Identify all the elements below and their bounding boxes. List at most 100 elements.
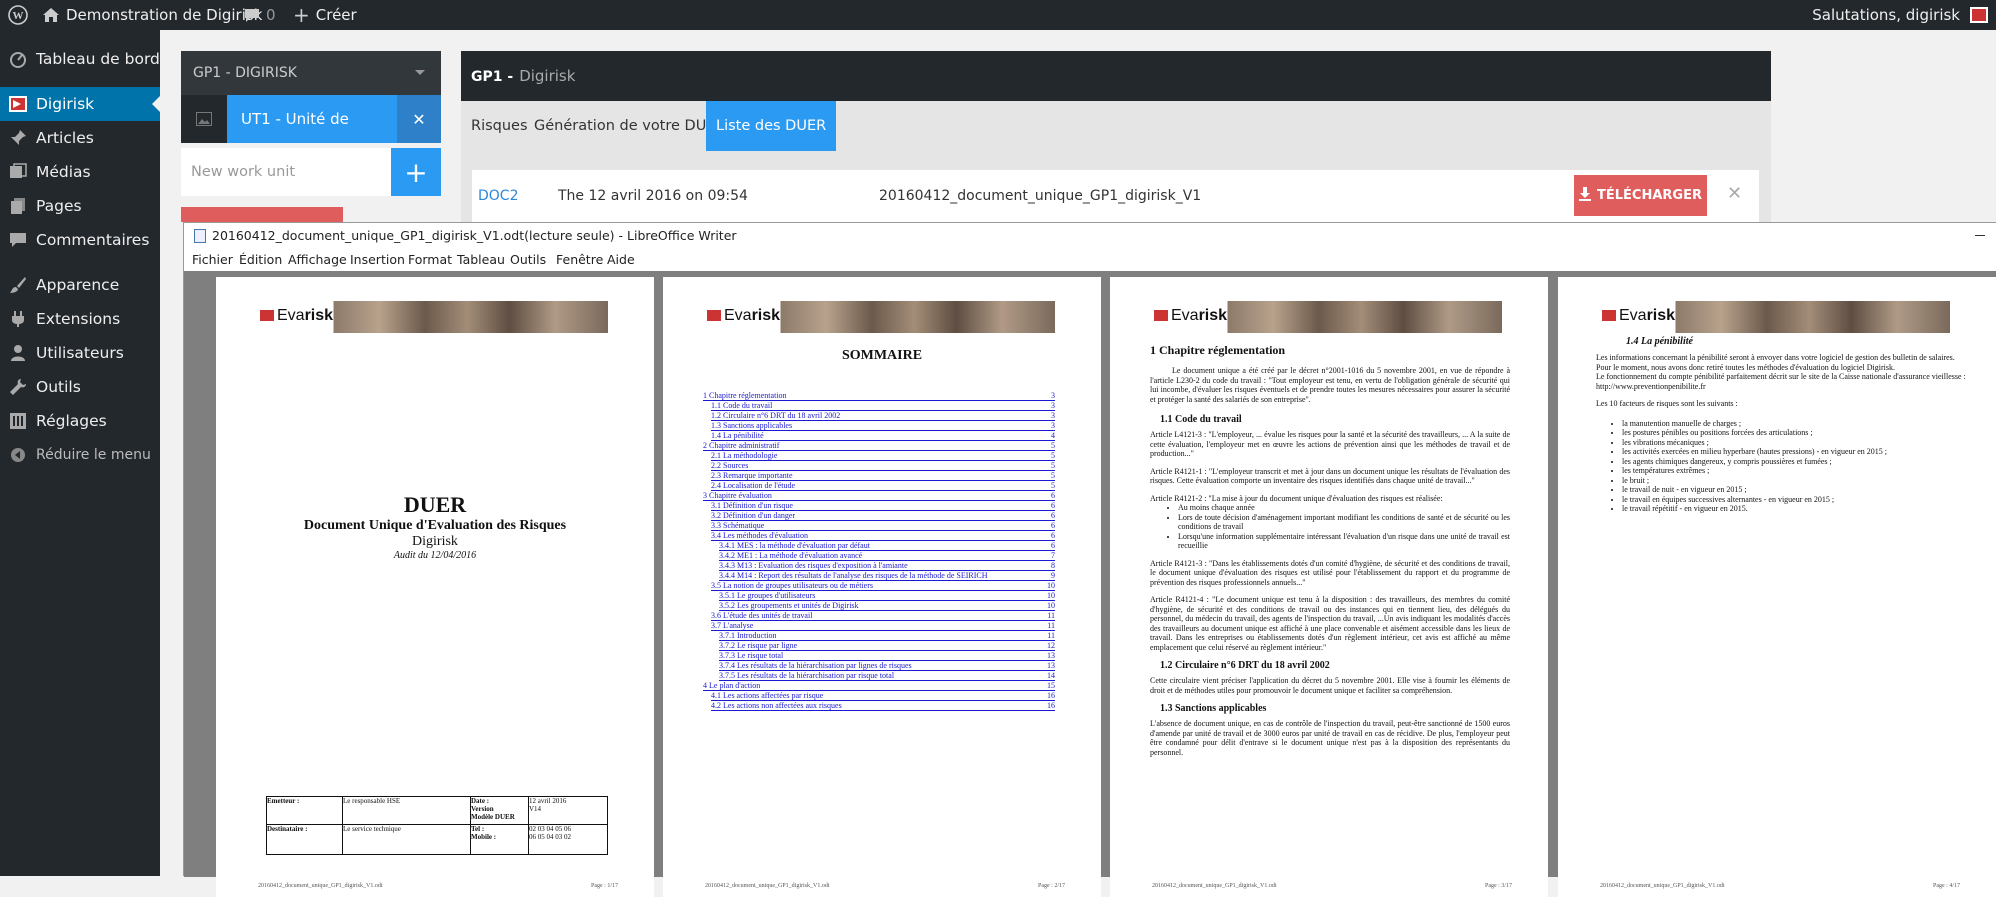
toc-entry[interactable]: 3.7.5 Les résultats de la hiérarchisatio… — [719, 671, 1055, 681]
minimize-icon[interactable] — [1975, 235, 1985, 236]
toc-entry[interactable]: 3.5.2 Les groupements et unités de Digir… — [719, 601, 1055, 611]
menu-tableau[interactable]: Tableau — [457, 249, 505, 271]
menu-insertion[interactable]: Insertion — [350, 249, 405, 271]
document-canvas[interactable]: Evarisk DUER Document Unique d'Evaluatio… — [184, 271, 1996, 897]
user-avatar[interactable] — [1970, 0, 1988, 30]
toc-entry[interactable]: 1.1 Code du travail 3 — [711, 401, 1055, 411]
company-name: Digirisk — [412, 534, 458, 549]
toc-entry[interactable]: 2.1 La méthodologie 5 — [711, 451, 1055, 461]
menu-affichage[interactable]: Affichage — [288, 249, 347, 271]
toc-entry[interactable]: 3.7.4 Les résultats de la hiérarchisatio… — [719, 661, 1055, 671]
toc-entry[interactable]: 2.3 Remarque importante 5 — [711, 471, 1055, 481]
toc-entry[interactable]: 3.7.2 Le risque par ligne 12 — [719, 641, 1055, 651]
toc-entry-title: 2.2 Sources — [711, 461, 749, 470]
menu-edition[interactable]: Édition — [239, 249, 282, 271]
toc-entry[interactable]: 2.2 Sources 5 — [711, 461, 1055, 471]
toc-entry[interactable]: 3.6 L'étude des unités de travail 11 — [711, 611, 1055, 621]
delete-doc-button[interactable]: ✕ — [1727, 183, 1742, 204]
toc-entry[interactable]: 3.3 Schématique 6 — [711, 521, 1055, 531]
emetteur-value: Le responsable HSE — [342, 796, 471, 825]
collapse-menu-button[interactable]: Réduire le menu — [0, 438, 160, 472]
toc-entry[interactable]: 3.4 Les méthodes d'évaluation 6 — [711, 531, 1055, 541]
work-unit-button[interactable]: UT1 - Unité de travail — [227, 95, 397, 176]
download-button[interactable]: TÉLÉCHARGER — [1574, 175, 1707, 216]
tab-liste-duer[interactable]: Liste des DUER — [706, 101, 837, 151]
toc-entry[interactable]: 3.7 L'analyse 11 — [711, 621, 1055, 631]
sidebar-item-settings[interactable]: Réglages — [0, 404, 160, 438]
wordpress-logo-icon[interactable]: W — [8, 0, 28, 30]
toc-entry-page: 5 — [1051, 461, 1055, 470]
toc-entry[interactable]: 3 Chapitre évaluation 6 — [703, 491, 1055, 501]
menu-fichier[interactable]: Fichier — [192, 249, 233, 271]
toc-entry[interactable]: 3.4.2 ME1 : La méthode d'évaluation avan… — [719, 551, 1055, 561]
toc-entry[interactable]: 4 Le plan d'action 15 — [703, 681, 1055, 691]
toc-entry[interactable]: 3.1 Définition d'un risque 6 — [711, 501, 1055, 511]
toc-entry[interactable]: 1.4 La pénibilité 4 — [711, 431, 1055, 441]
toc-entry-page: 9 — [1051, 571, 1055, 580]
group-select[interactable]: GP1 - DIGIRISK — [181, 51, 441, 95]
toc-entry[interactable]: 3.7.1 Introduction 11 — [719, 631, 1055, 641]
toc-heading: SOMMAIRE — [841, 348, 923, 363]
sidebar-item-comments[interactable]: Commentaires — [0, 223, 160, 257]
toc-entry[interactable]: 2 Chapitre administratif 5 — [703, 441, 1055, 451]
comments-link[interactable]: 0 — [244, 0, 276, 30]
toc-entry-page: 10 — [1047, 581, 1055, 590]
svg-text:W: W — [13, 10, 24, 22]
toc-entry-title: 4.1 Les actions affectées par risque — [711, 691, 824, 700]
menu-aide[interactable]: Aide — [607, 249, 635, 271]
sidebar-item-appearance[interactable]: Apparence — [0, 268, 160, 302]
toc-entry[interactable]: 1.3 Sanctions applicables 3 — [711, 421, 1055, 431]
toc-entry[interactable]: 3.2 Définition d'un danger 6 — [711, 511, 1055, 521]
sidebar-item-articles[interactable]: Articles — [0, 121, 160, 155]
toc-entry[interactable]: 1 Chapitre réglementation 3 — [703, 391, 1055, 401]
sidebar-item-tools[interactable]: Outils — [0, 370, 160, 404]
page-footer: 20160412_document_unique_GP1_digirisk_V1… — [705, 883, 830, 889]
delete-work-unit-button[interactable]: ✕ — [397, 95, 441, 143]
tab-generation-duer[interactable]: Génération de votre DUER — [524, 101, 736, 151]
sidebar-item-digirisk[interactable]: Digirisk — [0, 87, 160, 121]
paragraph: Article R4121-3 : "Dans les établissemen… — [1150, 558, 1510, 587]
toc-entry-page: 11 — [1047, 611, 1055, 620]
sidebar-item-dashboard[interactable]: Tableau de bord — [0, 42, 160, 76]
toc-entry-page: 6 — [1051, 541, 1055, 550]
red-action-bar[interactable] — [181, 207, 343, 222]
toc-entry[interactable]: 1.2 Circulaire n°6 DRT du 18 avril 2002 3 — [711, 411, 1055, 421]
page-number: Page : 3/17 — [1485, 883, 1512, 889]
work-unit-thumbnail-icon[interactable] — [181, 95, 227, 143]
toc-entry[interactable]: 3.4.4 M14 : Report des résultats de l'an… — [719, 571, 1055, 581]
toc-entry[interactable]: 4.1 Les actions affectées par risque 16 — [711, 691, 1055, 701]
sidebar-item-extensions[interactable]: Extensions — [0, 302, 160, 336]
toc-entry[interactable]: 3.4.1 MES : la méthode d'évaluation par … — [719, 541, 1055, 551]
new-work-unit-input[interactable] — [181, 148, 391, 196]
sidebar-item-users[interactable]: Utilisateurs — [0, 336, 160, 370]
sidebar-label: Digirisk — [36, 95, 95, 113]
toc-entry[interactable]: 4.2 Les actions non affectées aux risque… — [711, 701, 1055, 711]
doc-id-link[interactable]: DOC2 — [478, 170, 518, 222]
toc-entry-page: 7 — [1051, 551, 1055, 560]
menu-outils[interactable]: Outils — [510, 249, 546, 271]
toc-entry[interactable]: 3.5.1 Le groupes d'utilisateurs 10 — [719, 591, 1055, 601]
site-name-link[interactable]: Demonstration de Digirisk — [42, 0, 262, 30]
toc-entry[interactable]: 3.5 La notion de groupes utilisateurs ou… — [711, 581, 1055, 591]
sidebar-item-pages[interactable]: Pages — [0, 189, 160, 223]
menu-format[interactable]: Format — [408, 249, 452, 271]
toc-entry-page: 6 — [1051, 521, 1055, 530]
document-page-4: Evarisk 1.4 La pénibilité Les informatio… — [1558, 277, 1996, 897]
window-titlebar[interactable]: 20160412_document_unique_GP1_digirisk_V1… — [184, 223, 1996, 249]
emetteur-label: Emetteur : — [266, 796, 343, 825]
sidebar-item-medias[interactable]: Médias — [0, 155, 160, 189]
evarisk-logo: Evarisk — [1154, 307, 1227, 325]
toc-entry[interactable]: 3.7.3 Le risque total 13 — [719, 651, 1055, 661]
toc-entry-page: 6 — [1051, 501, 1055, 510]
collapse-arrow-icon — [0, 447, 36, 463]
page-number: Page : 4/17 — [1933, 883, 1960, 889]
toc-entry[interactable]: 3.4.3 M13 : Evaluation des risques d'exp… — [719, 561, 1055, 571]
account-greeting[interactable]: Salutations, digirisk — [1812, 0, 1960, 30]
toc-entry-title: 1.3 Sanctions applicables — [711, 421, 793, 430]
add-work-unit-button[interactable]: + — [391, 148, 441, 196]
menu-fenetre[interactable]: Fenêtre — [556, 249, 603, 271]
toc-entry[interactable]: 2.4 Localisation de l'étude 5 — [711, 481, 1055, 491]
list-item: les activités exercées en milieu hyperba… — [1622, 447, 1966, 457]
new-content-link[interactable]: + Créer — [293, 0, 357, 30]
list-item: les vibrations mécaniques ; — [1622, 438, 1966, 448]
